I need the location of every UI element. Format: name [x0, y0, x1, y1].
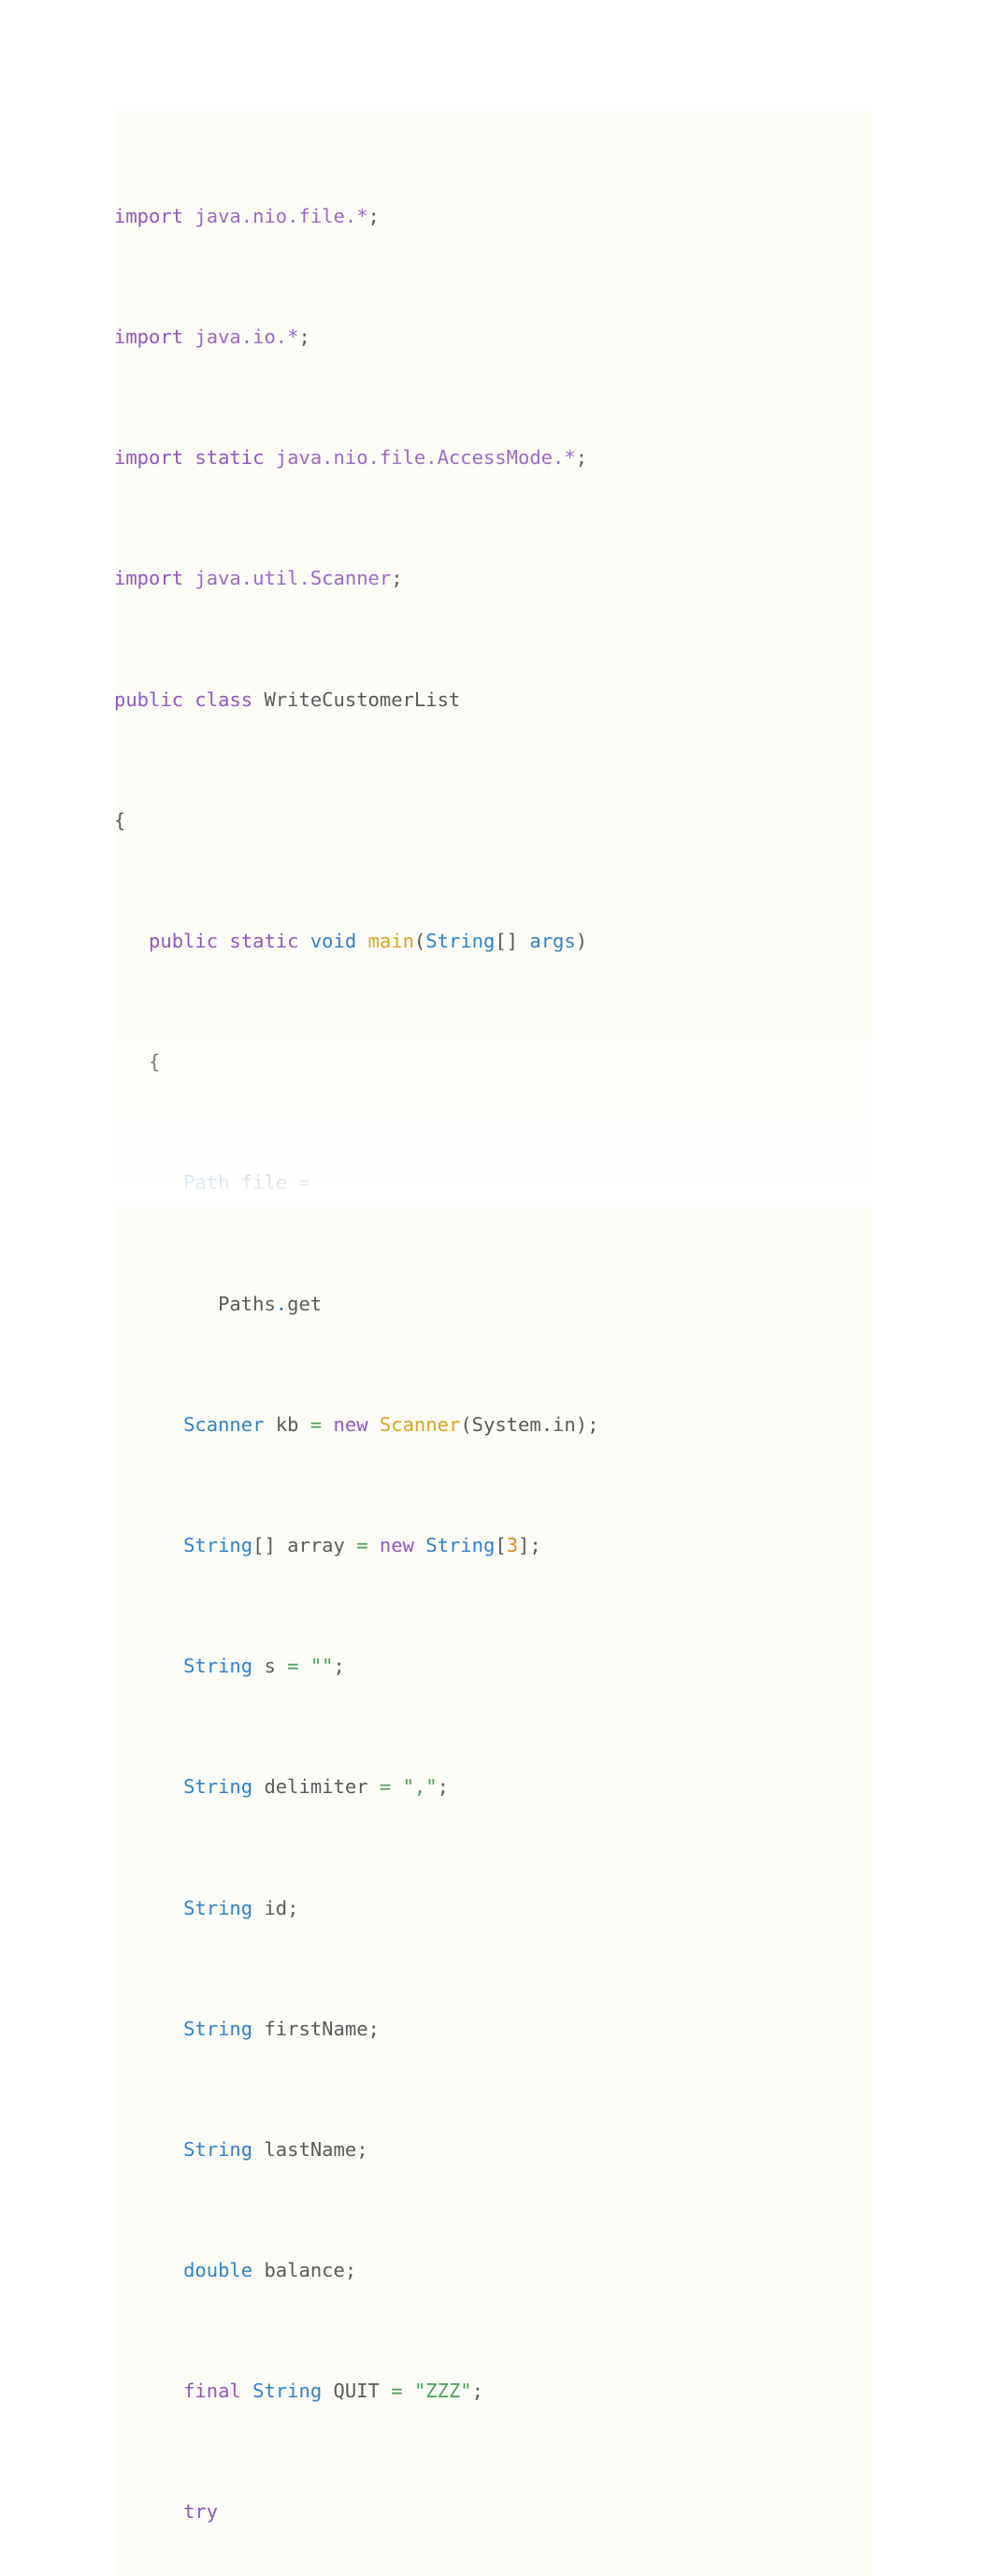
code-line: Path file = — [183, 1171, 310, 1194]
code-line: String firstName; — [183, 2017, 380, 2040]
code-line: String id; — [183, 1896, 299, 1919]
code-line: String delimiter = ","; — [183, 1775, 449, 1799]
code-line: { — [114, 1050, 161, 1074]
document-page: import java.nio.file.*; import java.io.*… — [0, 0, 993, 2576]
code-line: { — [114, 808, 126, 832]
code-line: public class WriteCustomerList — [114, 687, 461, 711]
code-line: import java.util.Scanner; — [114, 567, 403, 590]
code-line: final String QUIT = "ZZZ"; — [183, 2380, 483, 2403]
code-line: String lastName; — [183, 2137, 368, 2161]
code-line: String s = ""; — [183, 1655, 345, 1678]
code-line: Scanner kb = new Scanner(System.in); — [183, 1412, 599, 1436]
code-line: public static void main(String[] args) — [149, 930, 588, 953]
code-line: try — [183, 2500, 219, 2524]
java-code-block: import java.nio.file.*; import java.io.*… — [114, 110, 871, 2576]
code-line: import java.nio.file.*; — [114, 204, 380, 227]
code-line: double balance; — [183, 2259, 357, 2282]
code-line: String[] array = new String[3]; — [183, 1533, 541, 1556]
code-line: Paths.get — [114, 1292, 323, 1315]
code-line: import java.io.*; — [114, 326, 310, 349]
code-line: import static java.nio.file.AccessMode.*… — [114, 446, 588, 470]
